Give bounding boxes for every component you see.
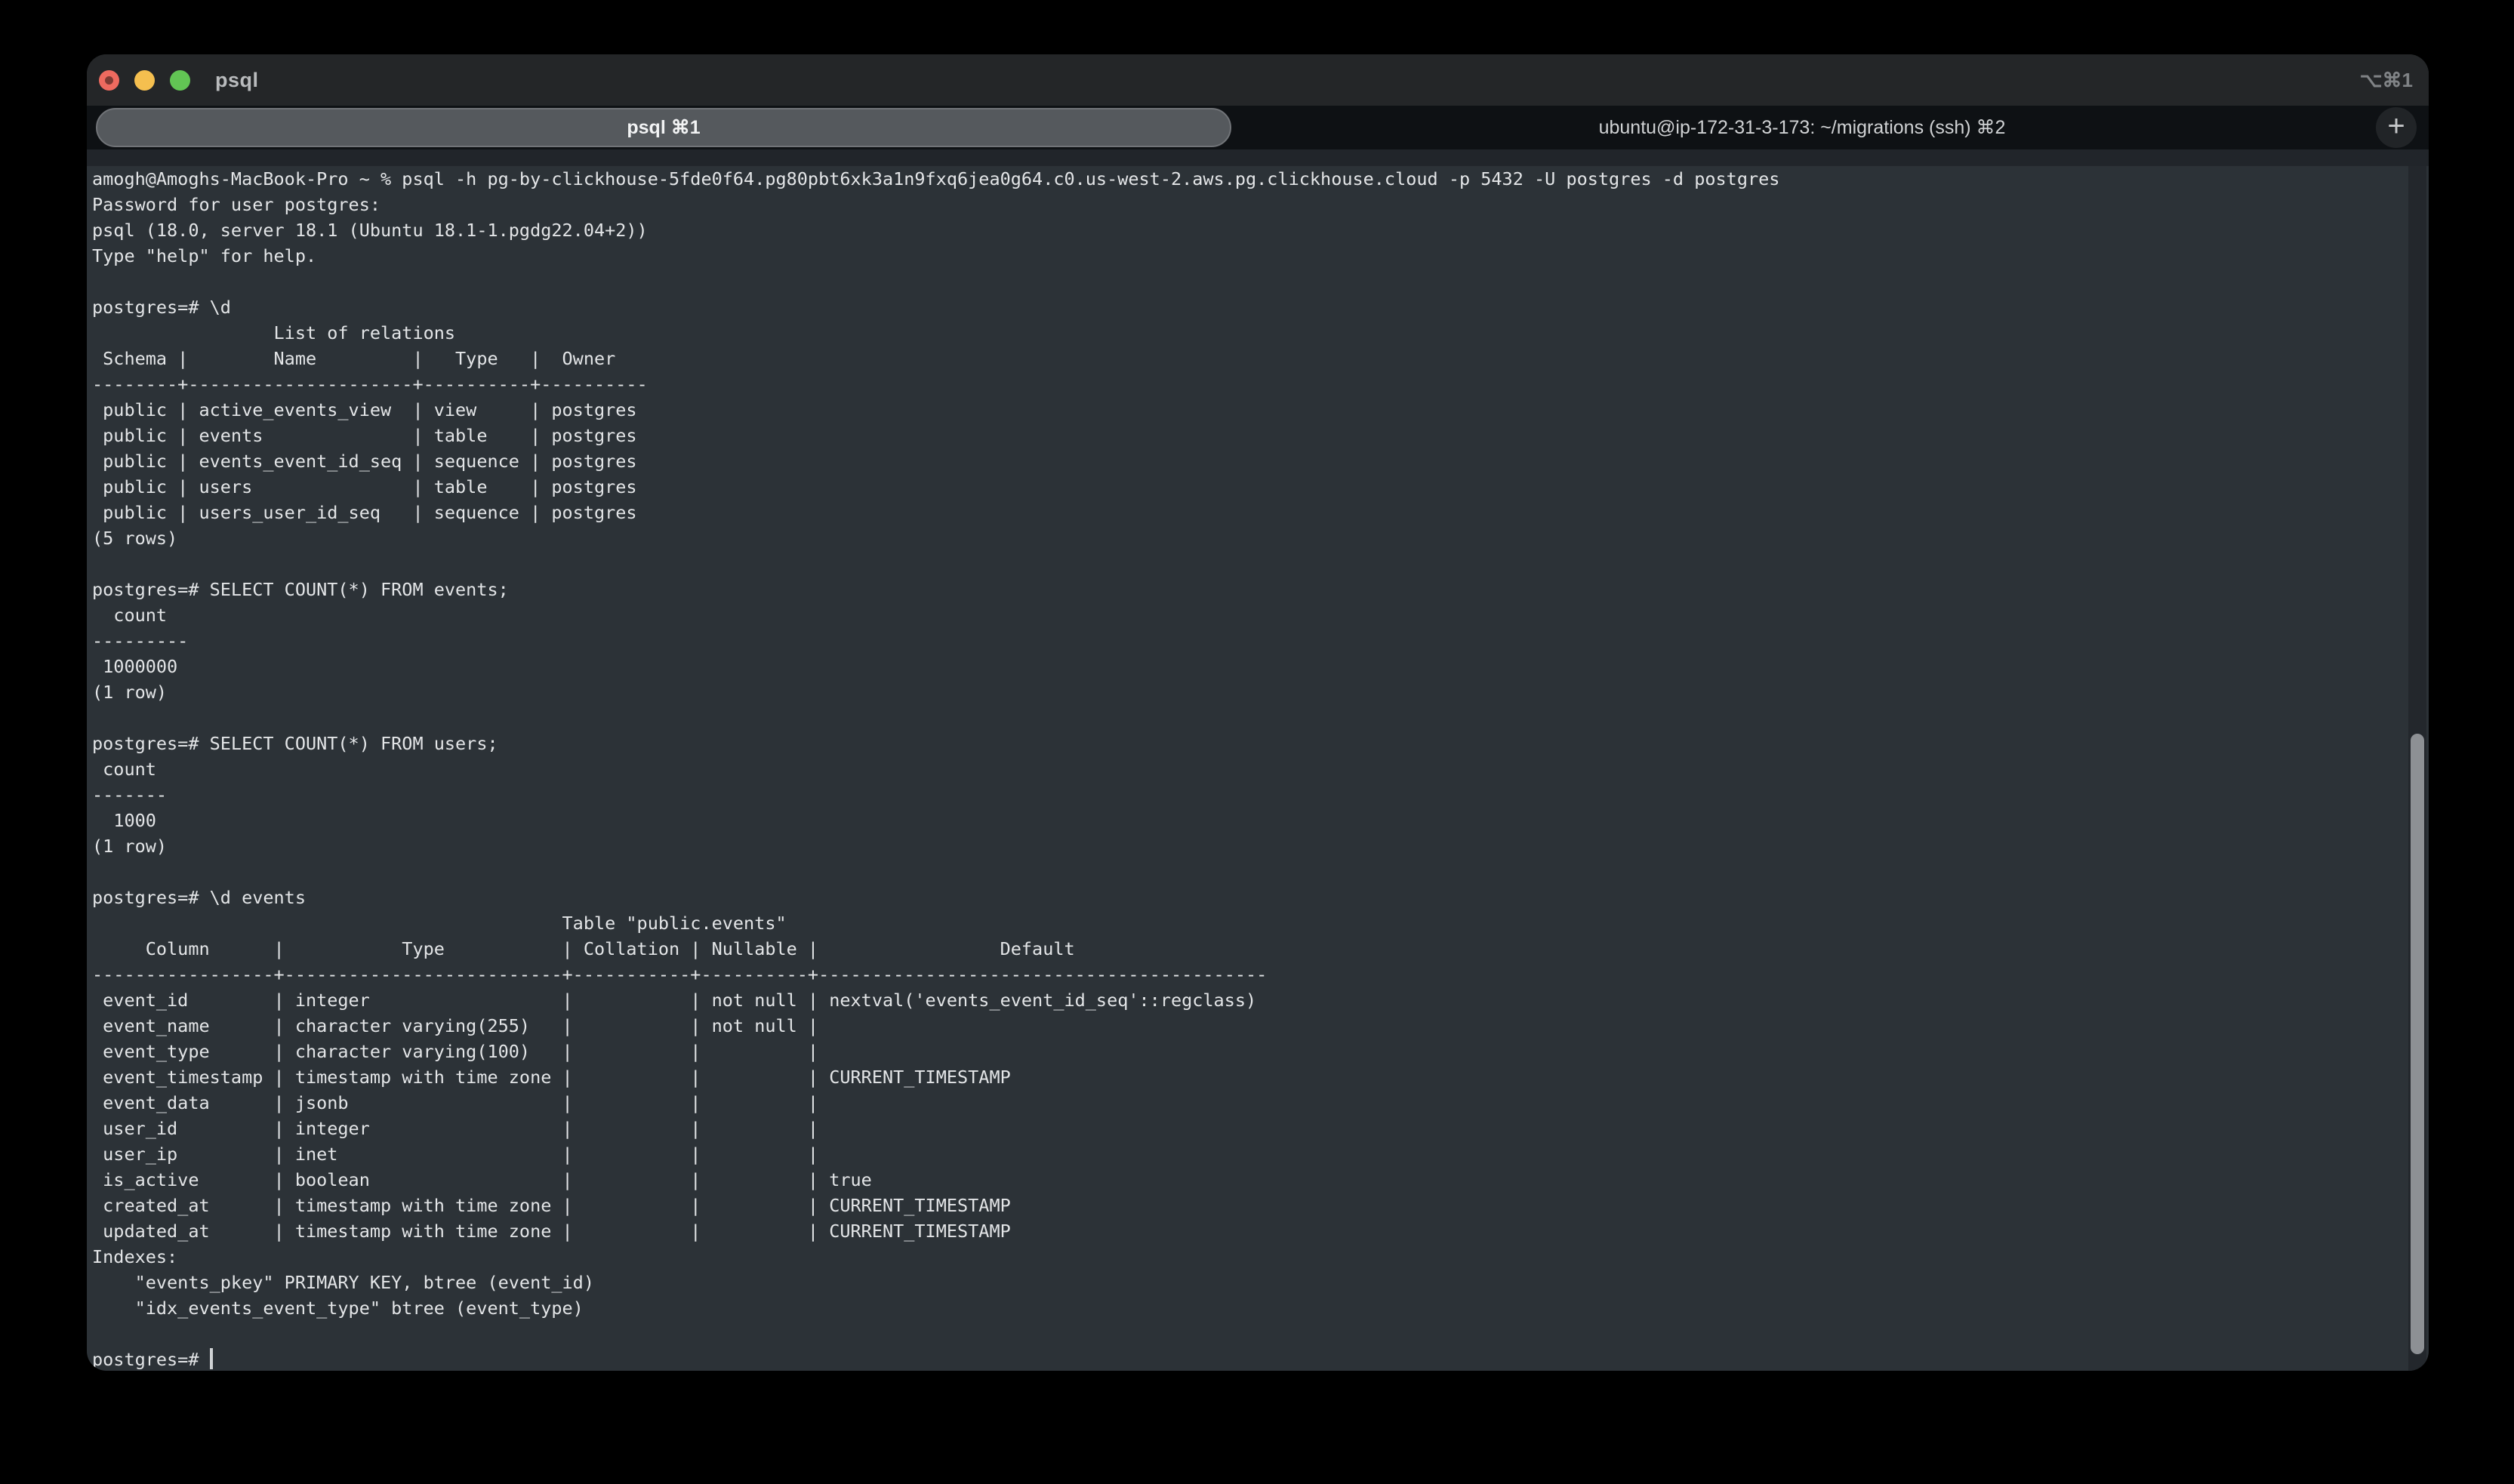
minimize-button[interactable] — [134, 70, 155, 91]
terminal-text: amogh@Amoghs-MacBook-Pro ~ % psql -h pg-… — [92, 168, 1779, 1370]
tab-bar-divider — [87, 149, 2429, 166]
window-shortcut-hint: ⌥⌘1 — [2360, 54, 2413, 106]
tab-psql-label: psql ⌘1 — [627, 116, 700, 139]
terminal-content[interactable]: amogh@Amoghs-MacBook-Pro ~ % psql -h pg-… — [87, 166, 2429, 1371]
zoom-button[interactable] — [170, 70, 190, 91]
terminal-window: psql ⌥⌘1 psql ⌘1 ubuntu@ip-172-31-3-173:… — [87, 54, 2429, 1371]
close-button[interactable] — [99, 70, 119, 91]
plus-icon: + — [2387, 111, 2405, 141]
traffic-lights — [99, 70, 190, 91]
tab-psql[interactable]: psql ⌘1 — [96, 108, 1231, 147]
terminal-cursor — [210, 1348, 213, 1369]
scrollbar-thumb[interactable] — [2411, 734, 2424, 1354]
scrollbar-track[interactable] — [2408, 166, 2426, 1371]
window-title: psql — [215, 54, 259, 106]
title-bar[interactable]: psql ⌥⌘1 — [87, 54, 2429, 106]
tab-ssh-migrations-label: ubuntu@ip-172-31-3-173: ~/migrations (ss… — [1599, 116, 2006, 139]
terminal-output: amogh@Amoghs-MacBook-Pro ~ % psql -h pg-… — [92, 166, 1779, 1371]
tab-ssh-migrations[interactable]: ubuntu@ip-172-31-3-173: ~/migrations (ss… — [1237, 108, 2367, 147]
new-tab-button[interactable]: + — [2376, 107, 2417, 148]
tab-bar: psql ⌘1 ubuntu@ip-172-31-3-173: ~/migrat… — [87, 106, 2429, 149]
